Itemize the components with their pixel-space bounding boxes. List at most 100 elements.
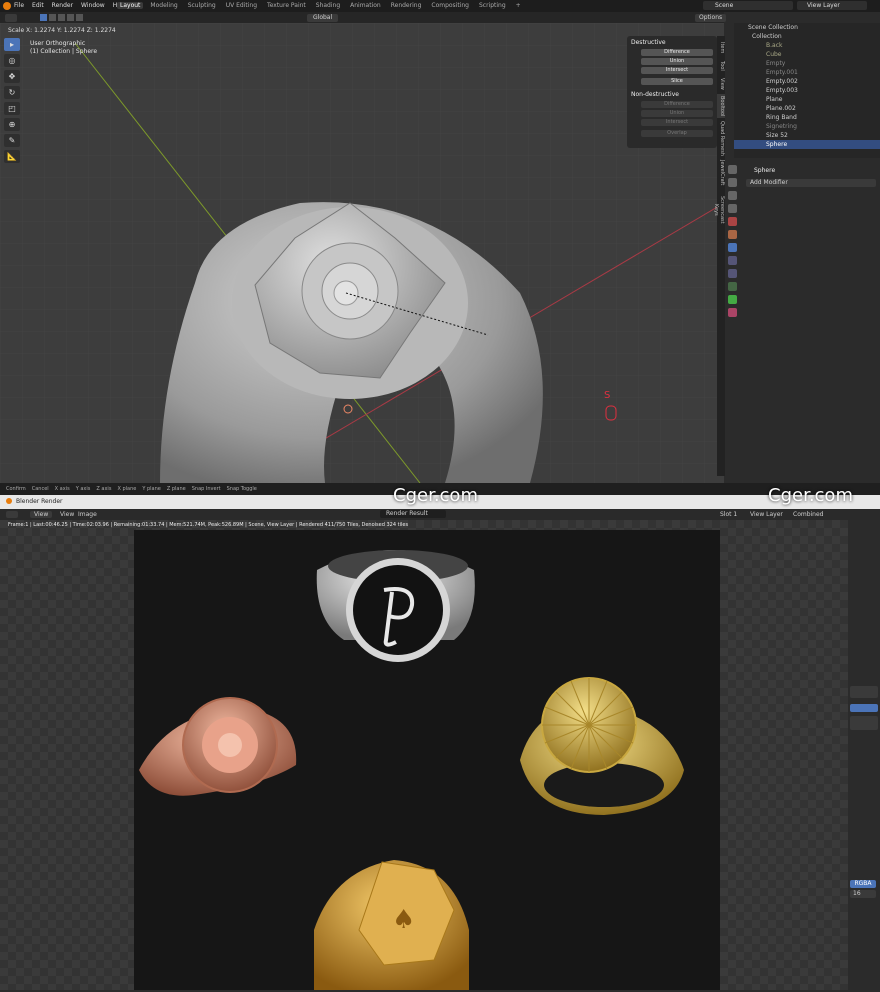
outliner-item-selected[interactable]: Sphere bbox=[734, 140, 880, 149]
tab-booltool[interactable]: Booltool bbox=[717, 94, 725, 118]
tool-settings-icon[interactable] bbox=[728, 165, 737, 174]
world-props-icon[interactable] bbox=[728, 230, 737, 239]
bool-difference-button[interactable]: Difference bbox=[641, 49, 713, 56]
side-block[interactable] bbox=[850, 686, 878, 698]
blender-logo-icon[interactable] bbox=[3, 2, 11, 10]
side-block[interactable] bbox=[850, 716, 878, 730]
tab-uv-editing[interactable]: UV Editing bbox=[223, 2, 260, 9]
select-extend-icon[interactable] bbox=[49, 14, 56, 21]
tab-screencast-keys[interactable]: Screencast Keys bbox=[713, 190, 725, 230]
select-tool-icon[interactable]: ▸ bbox=[4, 38, 20, 51]
outliner-item[interactable]: Collection bbox=[734, 32, 880, 41]
color-mode-rgba[interactable]: RGBA bbox=[850, 880, 876, 888]
outliner-item[interactable]: Empty.002 bbox=[734, 77, 880, 86]
material-props-icon[interactable] bbox=[728, 308, 737, 317]
tab-animation[interactable]: Animation bbox=[347, 2, 384, 9]
scene-selector[interactable]: Scene bbox=[703, 1, 793, 10]
add-workspace-icon[interactable]: + bbox=[513, 2, 524, 9]
tab-quad-remesh[interactable]: Quad Remesh bbox=[717, 120, 725, 156]
tab-tool[interactable]: Tool bbox=[717, 58, 725, 74]
add-modifier-button[interactable]: Add Modifier bbox=[746, 179, 876, 187]
transform-tool-icon[interactable]: ⊕ bbox=[4, 118, 20, 131]
select-invert-icon[interactable] bbox=[67, 14, 74, 21]
tab-view[interactable]: View bbox=[717, 76, 725, 92]
slot-dropdown[interactable]: Slot 1 bbox=[720, 511, 737, 518]
side-active-block[interactable] bbox=[850, 704, 878, 712]
menu-view[interactable]: View bbox=[60, 511, 74, 518]
menu-render[interactable]: Render bbox=[52, 2, 73, 9]
watermark-left: Cger.com bbox=[393, 485, 478, 506]
outliner-item-label: Plane.002 bbox=[766, 105, 796, 112]
menu-image[interactable]: Image bbox=[78, 511, 97, 518]
outliner-item-label: Empty.002 bbox=[766, 78, 798, 85]
properties-object-name[interactable]: Sphere bbox=[754, 166, 880, 175]
output-props-icon[interactable] bbox=[728, 191, 737, 200]
outliner-item[interactable]: Empty.003 bbox=[734, 86, 880, 95]
render-view-layer-dropdown[interactable]: View Layer bbox=[750, 511, 783, 518]
outliner-item[interactable]: B.ack bbox=[734, 41, 880, 50]
nd-difference-button[interactable]: Difference bbox=[641, 101, 713, 108]
outliner-item-label: Cube bbox=[766, 51, 782, 58]
outliner-item[interactable]: Plane.002 bbox=[734, 104, 880, 113]
bool-union-button[interactable]: Union bbox=[641, 58, 713, 65]
outliner-item[interactable]: Plane bbox=[734, 95, 880, 104]
destructive-header[interactable]: Destructive bbox=[631, 39, 713, 46]
view-mode-dropdown[interactable]: View bbox=[30, 511, 53, 518]
editor-type-icon[interactable] bbox=[5, 14, 17, 22]
outliner-item[interactable]: Signetring bbox=[734, 122, 880, 131]
outliner-item[interactable]: Cube bbox=[734, 50, 880, 59]
tab-texture-paint[interactable]: Texture Paint bbox=[264, 2, 309, 9]
outliner-item[interactable]: Ring Band bbox=[734, 113, 880, 122]
tab-item[interactable]: Item bbox=[717, 40, 725, 56]
render-result-field[interactable]: Render Result bbox=[380, 510, 446, 518]
silver-ring bbox=[316, 550, 475, 662]
3d-viewport[interactable]: S bbox=[0, 23, 724, 483]
modifier-props-icon[interactable] bbox=[728, 243, 737, 252]
scene-props-icon[interactable] bbox=[728, 217, 737, 226]
options-button[interactable]: Options bbox=[695, 14, 727, 22]
tab-scripting[interactable]: Scripting bbox=[476, 2, 509, 9]
view-name: User Orthographic bbox=[30, 40, 86, 47]
view-layer-icon[interactable] bbox=[728, 204, 737, 213]
annotate-tool-icon[interactable]: ✎ bbox=[4, 134, 20, 147]
rose-gold-ring bbox=[139, 697, 297, 796]
view-layer-selector[interactable]: View Layer bbox=[797, 1, 867, 10]
menu-window[interactable]: Window bbox=[81, 2, 105, 9]
tab-jewelcraft[interactable]: JewelCraft bbox=[717, 158, 725, 188]
select-intersect-icon[interactable] bbox=[76, 14, 83, 21]
outliner-item[interactable]: Empty.001 bbox=[734, 68, 880, 77]
outliner-item[interactable]: Size 52 bbox=[734, 131, 880, 140]
tab-rendering[interactable]: Rendering bbox=[388, 2, 425, 9]
color-depth-16[interactable]: 16 bbox=[850, 890, 876, 898]
transform-orientation[interactable]: Global bbox=[307, 14, 339, 22]
tab-layout[interactable]: Layout bbox=[117, 2, 144, 9]
scale-tool-icon[interactable]: ◰ bbox=[4, 102, 20, 115]
render-pass-dropdown[interactable]: Combined bbox=[793, 511, 823, 518]
particles-icon[interactable] bbox=[728, 256, 737, 265]
nondestructive-header[interactable]: Non-destructive bbox=[631, 91, 713, 98]
outliner-item[interactable]: Empty bbox=[734, 59, 880, 68]
tab-compositing[interactable]: Compositing bbox=[428, 2, 472, 9]
measure-tool-icon[interactable]: 📐 bbox=[4, 150, 20, 163]
rotate-tool-icon[interactable]: ↻ bbox=[4, 86, 20, 99]
tab-modeling[interactable]: Modeling bbox=[147, 2, 180, 9]
image-editor-type-icon[interactable] bbox=[6, 511, 18, 518]
outliner-scene-collection[interactable]: Scene Collection bbox=[734, 23, 880, 32]
render-props-icon[interactable] bbox=[728, 178, 737, 187]
menu-file[interactable]: File bbox=[14, 2, 24, 9]
tab-sculpting[interactable]: Sculpting bbox=[185, 2, 219, 9]
physics-icon[interactable] bbox=[728, 269, 737, 278]
constraints-icon[interactable] bbox=[728, 282, 737, 291]
select-new-icon[interactable] bbox=[40, 14, 47, 21]
menu-edit[interactable]: Edit bbox=[32, 2, 44, 9]
bool-slice-button[interactable]: Slice bbox=[641, 78, 713, 85]
move-tool-icon[interactable]: ✥ bbox=[4, 70, 20, 83]
nd-intersect-button[interactable]: Intersect bbox=[641, 119, 713, 126]
tab-shading[interactable]: Shading bbox=[313, 2, 343, 9]
nd-union-button[interactable]: Union bbox=[641, 110, 713, 117]
cursor-tool-icon[interactable]: ◎ bbox=[4, 54, 20, 67]
nd-overlap-button[interactable]: Overlap bbox=[641, 130, 713, 137]
data-props-icon[interactable] bbox=[728, 295, 737, 304]
select-subtract-icon[interactable] bbox=[58, 14, 65, 21]
bool-intersect-button[interactable]: Intersect bbox=[641, 67, 713, 74]
